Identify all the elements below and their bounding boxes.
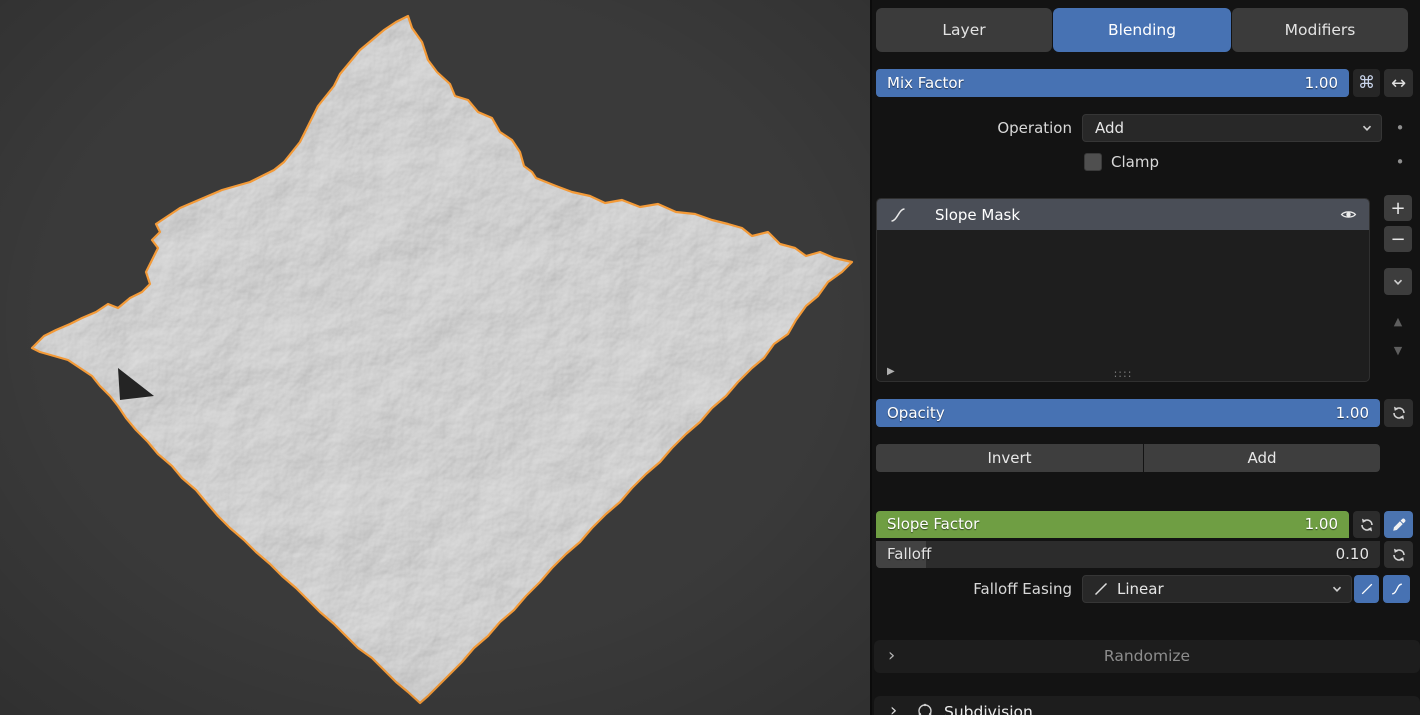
tab-modifiers[interactable]: Modifiers — [1232, 8, 1408, 52]
tab-layer[interactable]: Layer — [876, 8, 1052, 52]
mix-factor-label: Mix Factor — [887, 69, 964, 97]
chevron-down-icon — [1330, 582, 1344, 596]
tab-blending[interactable]: Blending — [1053, 8, 1231, 52]
operation-value: Add — [1095, 119, 1360, 137]
operation-select[interactable]: Add — [1082, 114, 1382, 142]
properties-panel: Layer Blending Modifiers Mix Factor 1.00… — [870, 0, 1420, 715]
slope-factor-slider[interactable]: Slope Factor 1.00 — [876, 511, 1349, 538]
ease-curve-icon — [1360, 582, 1374, 596]
operation-label: Operation — [876, 114, 1072, 142]
slope-eyedropper-button[interactable] — [1384, 511, 1413, 538]
opacity-cycle-button[interactable] — [1384, 399, 1413, 427]
viewport-canvas — [0, 0, 870, 715]
chevron-down-icon — [1360, 121, 1374, 135]
clamp-label: Clamp — [1111, 150, 1159, 174]
curve-icon — [889, 206, 907, 224]
ease-in-toggle[interactable] — [1354, 575, 1379, 603]
remove-mask-button[interactable]: − — [1384, 226, 1412, 252]
extend-decorator-button[interactable]: ↔ — [1384, 69, 1413, 97]
falloff-easing-label: Falloff Easing — [876, 575, 1072, 603]
eye-icon[interactable] — [1340, 206, 1357, 223]
refresh-icon — [1391, 405, 1407, 421]
move-mask-up-button[interactable]: ▲ — [1384, 311, 1412, 333]
randomize-panel-label: Randomize — [874, 640, 1420, 673]
animate-property-button[interactable]: ⌘ — [1353, 69, 1380, 97]
app-root: Layer Blending Modifiers Mix Factor 1.00… — [0, 0, 1420, 715]
list-item-label: Slope Mask — [935, 206, 1340, 224]
extend-icon: ↔ — [1391, 73, 1406, 94]
opacity-slider[interactable]: Opacity 1.00 — [876, 399, 1380, 427]
clamp-decorator-dot[interactable]: • — [1392, 150, 1408, 174]
viewport-3d[interactable] — [0, 0, 870, 715]
slope-factor-label: Slope Factor — [887, 511, 979, 538]
randomize-panel-header[interactable]: › Randomize — [874, 640, 1420, 673]
viewport-vignette — [0, 0, 870, 715]
list-item-slope-mask[interactable]: Slope Mask — [877, 199, 1369, 230]
falloff-label: Falloff — [887, 541, 931, 568]
plus-icon: + — [1390, 198, 1405, 219]
subdivision-icon — [916, 702, 934, 715]
subdivision-panel-header[interactable]: › Subdivision — [874, 696, 1420, 715]
opacity-value: 1.00 — [1336, 399, 1369, 427]
minus-icon: − — [1390, 229, 1405, 250]
refresh-icon — [1391, 547, 1407, 563]
ease-curve-icon — [1390, 582, 1404, 596]
chevron-right-icon: › — [890, 702, 897, 715]
falloff-easing-select[interactable]: Linear — [1082, 575, 1352, 603]
chevron-down-icon — [1391, 275, 1405, 289]
eyedropper-icon — [1391, 517, 1407, 533]
subdivision-panel-label: Subdivision — [944, 696, 1033, 715]
slope-cycle-button[interactable] — [1353, 511, 1380, 538]
refresh-icon — [1359, 517, 1375, 533]
falloff-slider[interactable]: Falloff 0.10 — [876, 541, 1380, 568]
slope-factor-value: 1.00 — [1305, 511, 1338, 538]
falloff-cycle-button[interactable] — [1384, 541, 1413, 568]
opacity-fill — [876, 399, 1380, 427]
add-mask-button[interactable]: + — [1384, 195, 1412, 221]
triangle-down-icon: ▼ — [1394, 344, 1402, 357]
clamp-checkbox[interactable] — [1084, 153, 1102, 171]
mix-factor-value: 1.00 — [1305, 69, 1338, 97]
add-button[interactable]: Add — [1144, 444, 1380, 472]
mask-specials-menu-button[interactable] — [1384, 268, 1412, 295]
mix-factor-slider[interactable]: Mix Factor 1.00 — [876, 69, 1349, 97]
falloff-easing-value: Linear — [1117, 580, 1330, 598]
invert-button[interactable]: Invert — [876, 444, 1143, 472]
mask-list[interactable]: Slope Mask ▶ :::: — [876, 198, 1370, 382]
linear-curve-icon — [1093, 581, 1109, 597]
command-icon: ⌘ — [1358, 73, 1375, 93]
ease-out-toggle[interactable] — [1383, 575, 1410, 603]
opacity-label: Opacity — [887, 399, 945, 427]
falloff-value: 0.10 — [1336, 541, 1369, 568]
move-mask-down-button[interactable]: ▼ — [1384, 340, 1412, 362]
operation-decorator-dot[interactable]: • — [1392, 114, 1408, 142]
triangle-up-icon: ▲ — [1394, 315, 1402, 328]
list-resize-grip[interactable]: :::: — [877, 367, 1369, 380]
